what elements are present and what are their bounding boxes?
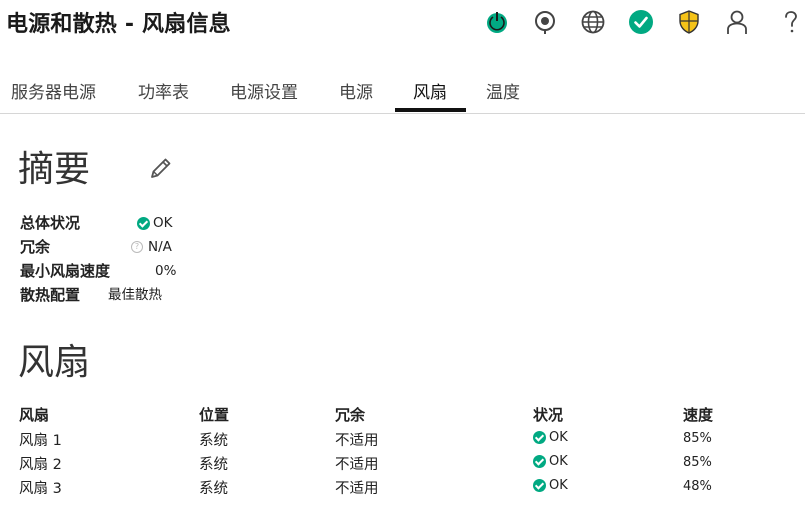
ok-status-icon (533, 479, 546, 492)
summary-label: 散热配置 (20, 286, 81, 304)
tab-power-meter[interactable]: 功率表 (138, 78, 189, 113)
summary-value: 最佳散热 (108, 287, 162, 303)
fan-redundancy: 不适用 (335, 433, 379, 449)
edit-icon[interactable] (148, 155, 174, 181)
column-header-fan: 风扇 (19, 406, 50, 424)
tab-temperatures[interactable]: 温度 (486, 78, 520, 113)
ok-status-icon (137, 216, 150, 230)
summary-value: ? N/A (131, 236, 172, 258)
security-shield-icon[interactable] (675, 8, 703, 36)
summary-value: OK (137, 212, 172, 234)
tab-server-power[interactable]: 服务器电源 (11, 78, 96, 113)
fans-heading: 风扇 (18, 342, 91, 383)
fan-speed: 85% (683, 455, 712, 470)
globe-icon[interactable] (579, 8, 607, 36)
fan-status: OK (533, 478, 568, 493)
summary-heading: 摘要 (18, 149, 91, 190)
fan-status-text: OK (549, 454, 568, 469)
summary-label: 最小风扇速度 (20, 262, 111, 280)
tab-bar: 服务器电源 功率表 电源设置 电源 风扇 温度 (0, 70, 805, 114)
fan-name: 风扇 1 (19, 433, 62, 449)
help-icon[interactable] (777, 8, 805, 36)
column-header-status: 状况 (533, 406, 564, 424)
tab-power-supplies[interactable]: 电源 (339, 78, 373, 113)
column-header-location: 位置 (199, 406, 230, 424)
summary-value-text: N/A (148, 239, 172, 255)
page-title: 电源和散热 - 风扇信息 (6, 12, 231, 37)
fan-speed: 85% (683, 431, 712, 446)
summary-value: 0% (155, 263, 177, 279)
column-header-speed: 速度 (683, 406, 714, 424)
summary-label: 冗余 (20, 238, 51, 256)
summary-value-text: OK (153, 215, 173, 231)
fan-name: 风扇 2 (19, 457, 62, 473)
unknown-status-icon: ? (131, 241, 143, 253)
fan-redundancy: 不适用 (335, 481, 379, 497)
fan-location: 系统 (199, 481, 228, 497)
power-icon[interactable] (483, 8, 511, 36)
fan-name: 风扇 3 (19, 481, 62, 497)
ok-status-icon (533, 431, 546, 444)
fan-status: OK (533, 454, 568, 469)
fan-location: 系统 (199, 457, 228, 473)
fan-location: 系统 (199, 433, 228, 449)
tab-power-settings[interactable]: 电源设置 (230, 78, 298, 113)
fan-status-text: OK (549, 430, 568, 445)
health-ok-icon[interactable] (627, 8, 655, 36)
user-icon[interactable] (723, 8, 751, 36)
ok-status-icon (533, 455, 546, 468)
fan-status: OK (533, 430, 568, 445)
summary-label: 总体状况 (20, 214, 81, 232)
fan-speed: 48% (683, 479, 712, 494)
location-icon[interactable] (531, 8, 559, 36)
fan-status-text: OK (549, 478, 568, 493)
active-tab-indicator (395, 108, 466, 112)
fan-redundancy: 不适用 (335, 457, 379, 473)
column-header-redundancy: 冗余 (335, 406, 366, 424)
